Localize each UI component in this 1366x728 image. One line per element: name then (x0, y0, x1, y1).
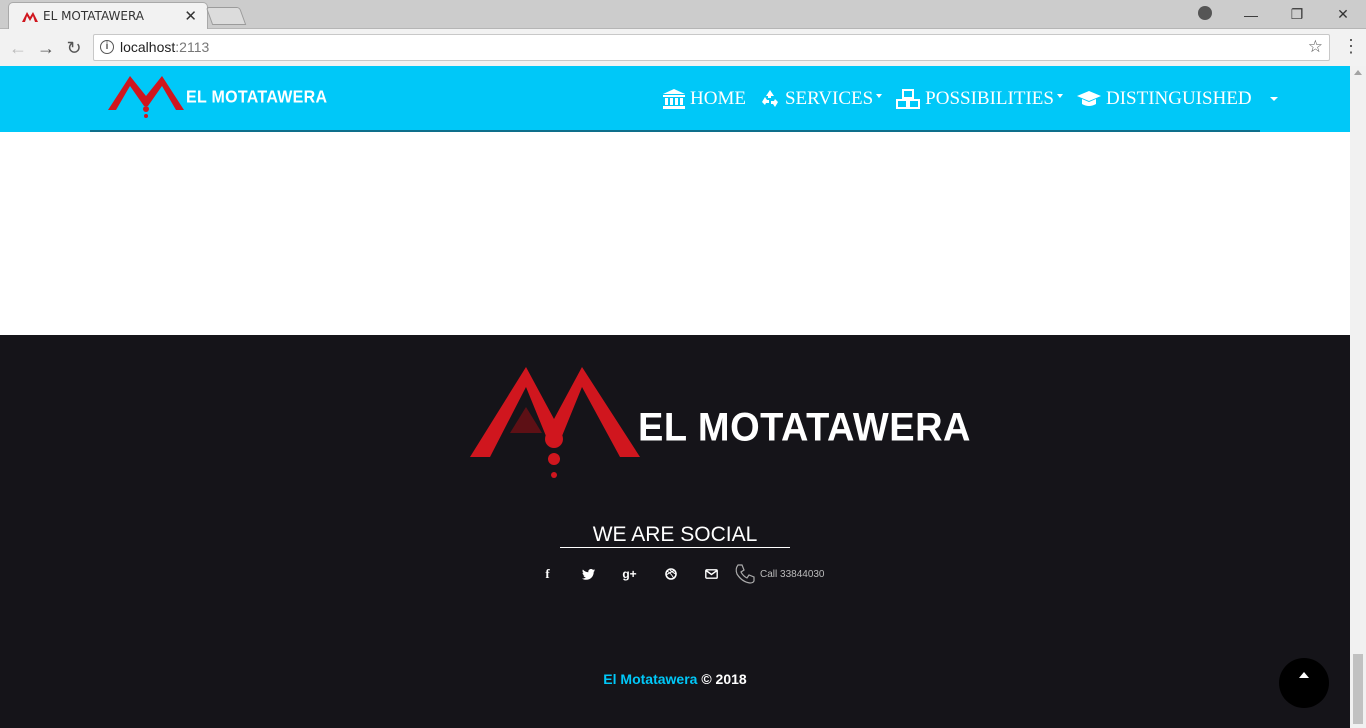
scroll-up-icon[interactable] (1354, 70, 1362, 75)
footer-brand-text: EL MOTATAWERA (638, 405, 971, 451)
forward-icon[interactable]: → (34, 36, 58, 60)
graduation-cap-icon (1076, 91, 1101, 106)
envelope-icon[interactable] (691, 564, 732, 584)
window-controls: — ❐ ✕ (1228, 0, 1366, 29)
page-scrollbar[interactable] (1350, 66, 1366, 728)
navbar-brand-text: EL MOTATAWERA (186, 88, 328, 107)
bookmark-star-icon[interactable]: ☆ (1308, 37, 1323, 57)
nav-home-label: HOME (690, 88, 746, 109)
chevron-down-icon (876, 94, 883, 98)
nav-possibilities[interactable]: POSSIBILITIES (896, 88, 1063, 110)
recycle-icon (761, 90, 778, 107)
browser-toolbar: ← → ↻ i localhost:2113 ☆ ⋮ (0, 30, 1366, 66)
browser-chrome: EL MOTATAWERA ✕ — ❐ ✕ ← → ↻ i localhost:… (0, 0, 1366, 66)
nav-distinguished[interactable]: DISTINGUISHED (1076, 88, 1252, 110)
cubes-icon (896, 89, 921, 109)
dribbble-icon[interactable] (650, 564, 691, 584)
bank-icon (663, 89, 685, 109)
scroll-thumb[interactable] (1353, 654, 1363, 724)
twitter-icon[interactable] (568, 564, 609, 584)
social-links: f g+ Call 33844030 (527, 563, 825, 585)
logo-icon (470, 367, 640, 478)
info-icon[interactable]: i (100, 40, 114, 54)
nav-home[interactable]: HOME (663, 88, 746, 110)
copyright-year: © 2018 (697, 671, 747, 687)
nav-services[interactable]: SERVICES (760, 88, 883, 110)
back-icon[interactable]: ← (6, 36, 30, 60)
navbar-brand[interactable]: EL MOTATAWERA (108, 72, 327, 124)
nav-menu: HOME SERVICES POSSIBILITIES DISTINGUISHE… (663, 88, 1266, 110)
tab-strip: EL MOTATAWERA ✕ — ❐ ✕ (0, 0, 1366, 29)
nav-distinguished-label: DISTINGUISHED (1105, 88, 1252, 109)
logo-icon (108, 76, 184, 118)
chevron-down-icon (1056, 94, 1063, 98)
footer-logo: EL MOTATAWERA (470, 367, 971, 483)
url-text[interactable]: localhost:2113 (120, 39, 209, 55)
call-text: Call 33844030 (760, 568, 825, 580)
nav-possibilities-label: POSSIBILITIES (925, 88, 1054, 109)
page-viewport: EL MOTATAWERA HOME SERVICES POSSIBILITIE… (0, 66, 1350, 728)
back-to-top-button[interactable] (1279, 658, 1329, 708)
social-underline (560, 547, 790, 548)
arrow-up-icon (1299, 672, 1309, 678)
call-link[interactable]: Call 33844030 (734, 563, 825, 585)
profile-icon[interactable] (1198, 6, 1212, 20)
navbar: EL MOTATAWERA HOME SERVICES POSSIBILITIE… (0, 66, 1350, 132)
tab-close-icon[interactable]: ✕ (184, 7, 197, 25)
new-tab-button[interactable] (205, 7, 247, 25)
tab-title: EL MOTATAWERA (43, 9, 145, 23)
minimize-button[interactable]: — (1228, 0, 1274, 29)
copyright: El Motatawera © 2018 (0, 671, 1350, 687)
navbar-divider (90, 130, 1260, 132)
reload-icon[interactable]: ↻ (62, 36, 86, 60)
phone-icon (735, 564, 755, 584)
facebook-icon[interactable]: f (527, 564, 568, 584)
footer: EL MOTATAWERA WE ARE SOCIAL f g+ Call 33… (0, 335, 1350, 728)
address-bar[interactable]: i localhost:2113 ☆ (93, 34, 1330, 61)
favicon-icon (22, 12, 38, 22)
nav-dropdown-toggle[interactable] (1270, 97, 1278, 101)
nav-services-label: SERVICES (784, 88, 874, 109)
copyright-brand[interactable]: El Motatawera (603, 671, 697, 687)
restore-button[interactable]: ❐ (1274, 0, 1320, 29)
close-window-button[interactable]: ✕ (1320, 0, 1366, 29)
browser-tab[interactable]: EL MOTATAWERA ✕ (8, 2, 208, 29)
google-plus-icon[interactable]: g+ (609, 564, 650, 584)
browser-menu-icon[interactable]: ⋮ (1342, 36, 1360, 56)
social-title: WE ARE SOCIAL (592, 523, 758, 546)
